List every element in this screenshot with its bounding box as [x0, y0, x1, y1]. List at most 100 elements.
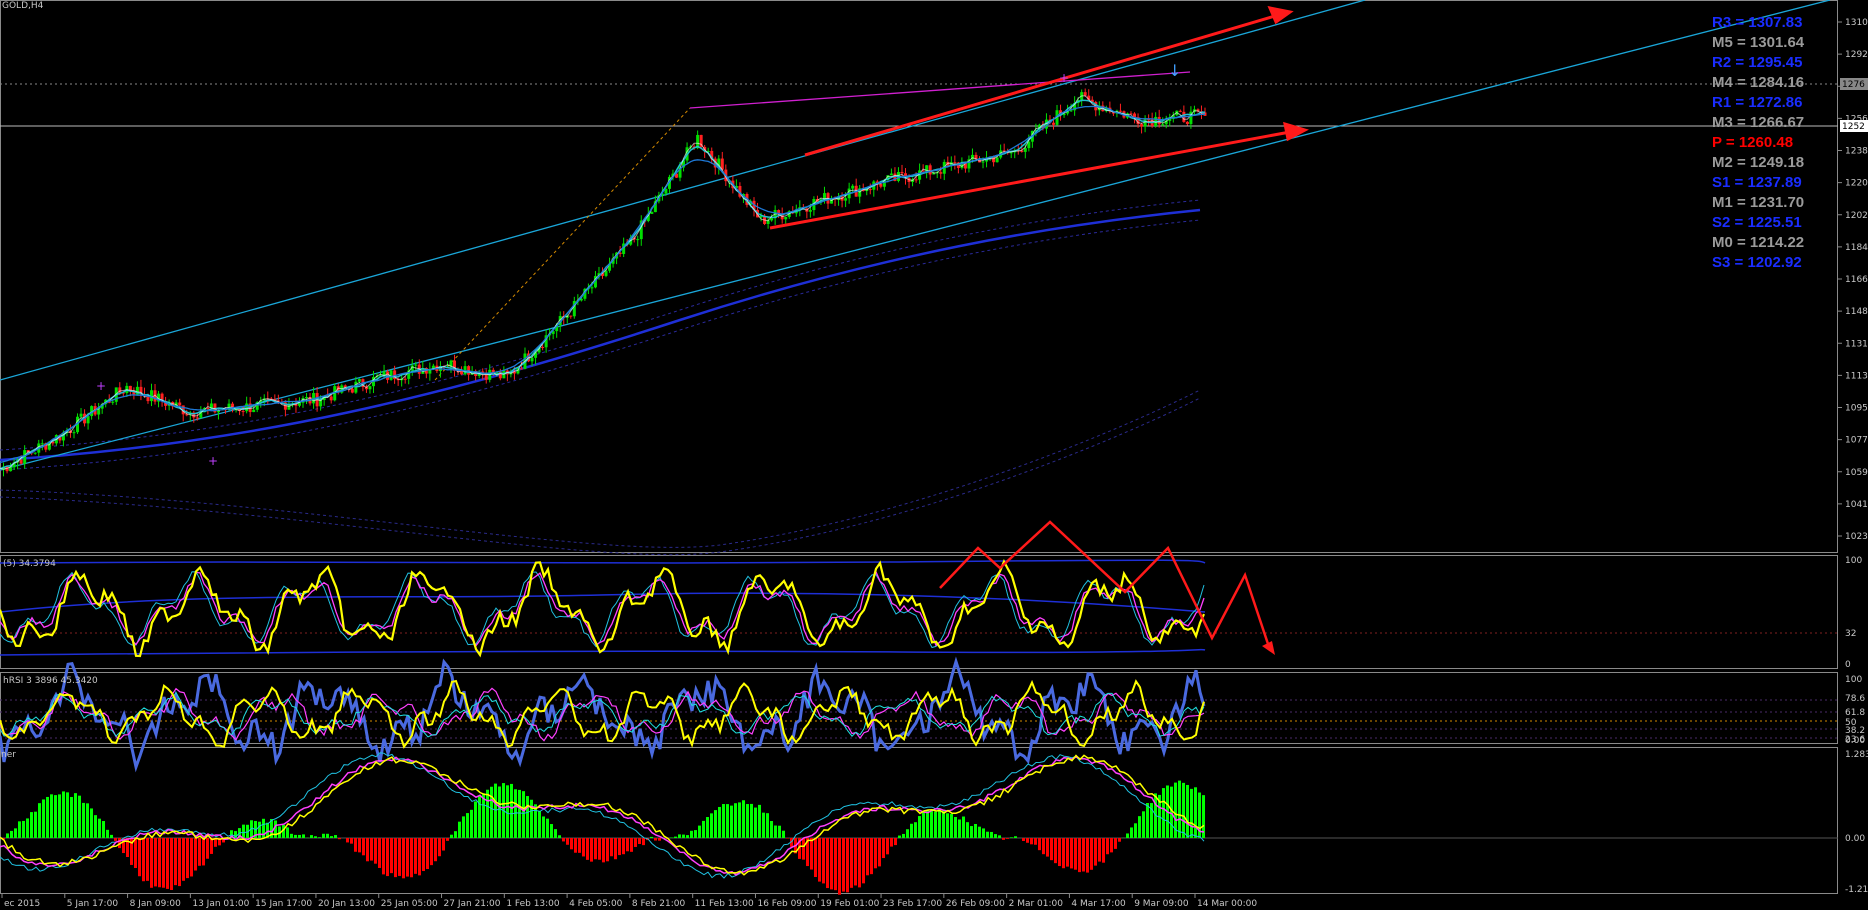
histogram-bar [46, 796, 49, 838]
histogram-bar [866, 838, 869, 876]
histogram-bar [458, 821, 461, 838]
ma-lower-envelope [0, 389, 1201, 548]
histogram-bar [610, 838, 613, 857]
histogram-bar [178, 838, 181, 887]
time-tick-label: 19 Feb 01:00 [820, 899, 879, 909]
candle-body [636, 239, 640, 241]
histogram-bar [966, 822, 969, 838]
price-tick-label: 1148 [1845, 307, 1868, 317]
histogram-bar [558, 835, 561, 838]
magenta-line [689, 71, 1191, 109]
histogram-bar [598, 838, 601, 860]
histogram-bar [198, 838, 201, 866]
histogram-bar [574, 838, 577, 853]
osc2-label: hRSI 3 3896 45.3420 [3, 676, 98, 686]
candle-body [40, 443, 44, 445]
histogram-bar [818, 838, 821, 882]
candle-body [460, 371, 464, 375]
candle-body [414, 364, 418, 366]
histogram-bar [202, 838, 205, 866]
histogram-bar [210, 838, 213, 854]
histogram-bar [410, 838, 413, 878]
candle-body [252, 409, 256, 413]
time-tick-label: ec 2015 [4, 899, 40, 909]
gold-h4-chart: ↓ + + + (5) 34.3794 hRSI 3 3896 45.3420 [0, 0, 1868, 909]
oscillator-axes: 10032010078.661.85038.223.60.001.2830.00… [1845, 556, 1868, 895]
histogram-bar [890, 838, 893, 847]
pivot-label: M1 = 1231.70 [1712, 194, 1804, 211]
histogram-bar [990, 831, 993, 838]
histogram-bar [726, 804, 729, 838]
candle-body [19, 459, 23, 464]
histogram-bar [354, 838, 357, 852]
histogram-bar [418, 838, 421, 876]
candle-body [195, 417, 199, 419]
histogram-bar [602, 838, 605, 863]
histogram-bar [846, 838, 849, 893]
pivot-label: M0 = 1214.22 [1712, 234, 1804, 251]
ma-blue-band-upper [0, 199, 1201, 451]
histogram-bar [1034, 838, 1037, 845]
histogram-bar [366, 838, 369, 862]
histogram-bar [86, 803, 89, 838]
histogram-bar [746, 804, 749, 838]
price-tag-1276: 1276 [1842, 80, 1865, 90]
candle-body [357, 379, 361, 382]
histogram-bar [566, 838, 569, 845]
price-tick-label: 1113 [1845, 371, 1868, 381]
histogram-bar [1134, 823, 1137, 838]
histogram-bar [650, 836, 653, 838]
pivot-label: S3 = 1202.92 [1712, 254, 1802, 271]
histogram-bar [518, 789, 521, 838]
histogram-bar [714, 810, 717, 838]
candle-body [808, 210, 812, 212]
histogram-bar [362, 838, 365, 856]
oscillator-panel-2: hRSI 3 3896 45.3420 [0, 656, 1838, 773]
time-tick-label: 8 Jan 09:00 [130, 899, 182, 909]
pivot-label: P = 1260.48 [1712, 134, 1793, 151]
histogram-bar [346, 838, 349, 843]
pivot-label: M3 = 1266.67 [1712, 114, 1804, 131]
time-tick-label: 15 Jan 17:00 [255, 899, 312, 909]
histogram-bar [526, 796, 529, 838]
histogram-bar [542, 816, 545, 838]
pivot-label: R2 = 1295.45 [1712, 54, 1803, 71]
histogram-bar [1130, 827, 1133, 838]
histogram-bar [930, 810, 933, 838]
histogram-bar [978, 826, 981, 838]
histogram-bar [530, 799, 533, 838]
candle-body [519, 368, 523, 370]
time-tick-label: 4 Mar 17:00 [1071, 899, 1126, 909]
candle-body [403, 378, 407, 380]
price-tick-label: 1202 [1845, 211, 1868, 221]
osc2-axis-label: 100 [1845, 675, 1862, 685]
histogram-bar [842, 838, 845, 892]
red-upper-trend-line [804, 14, 1276, 157]
histogram-bar [294, 834, 297, 838]
histogram-bar [1182, 782, 1185, 838]
histogram-bar [642, 838, 645, 846]
histogram-bar [538, 811, 541, 838]
histogram-bar [802, 838, 805, 860]
histogram-bar [770, 821, 773, 838]
histogram-bar [970, 826, 973, 838]
histogram-bar [594, 838, 597, 860]
histogram-bar [838, 838, 841, 895]
histogram-bar [314, 836, 317, 838]
histogram-bar [622, 838, 625, 855]
histogram-bar [438, 838, 441, 857]
histogram-bar [822, 838, 825, 884]
histogram-bar [182, 838, 185, 881]
candle-body [1118, 110, 1122, 112]
histogram-bar [1006, 838, 1009, 839]
time-tick-label: 2 Mar 01:00 [1009, 899, 1064, 909]
osc1-magenta-line [0, 570, 1205, 647]
histogram-bar [994, 834, 997, 838]
candle-body [928, 165, 932, 175]
histogram-bar [402, 838, 405, 879]
histogram-bar [986, 831, 989, 838]
histogram-bar [358, 838, 361, 853]
time-tick-label: 5 Jan 17:00 [67, 899, 119, 909]
histogram-bar [58, 794, 61, 838]
candle-body [569, 315, 573, 317]
